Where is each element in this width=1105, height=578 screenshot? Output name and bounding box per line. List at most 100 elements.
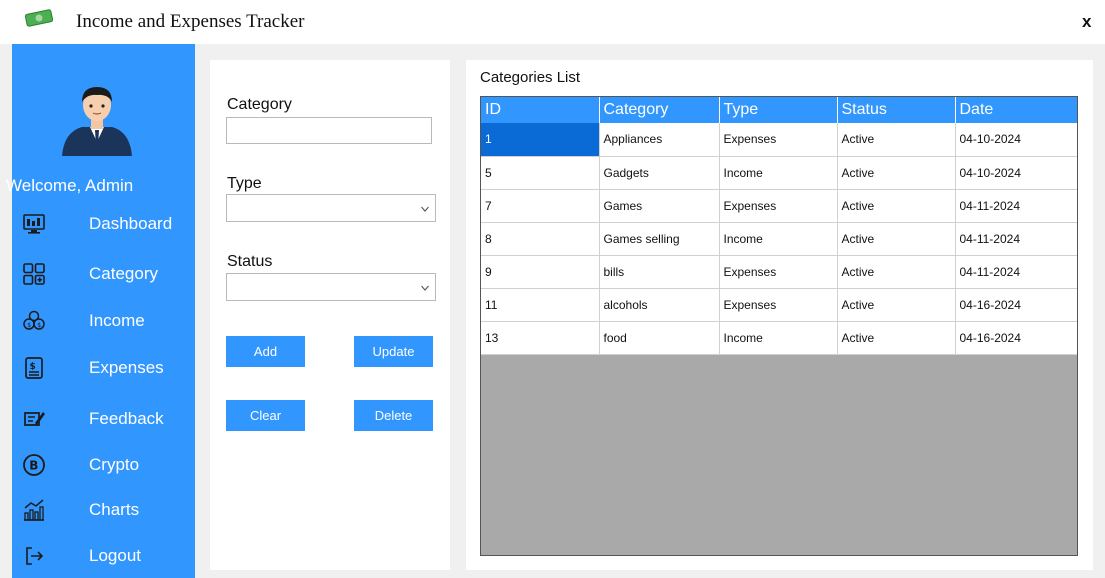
sidebar-item-label: Crypto	[89, 455, 140, 474]
table-cell[interactable]: Income	[719, 156, 838, 190]
svg-text:$: $	[37, 322, 41, 329]
avatar	[62, 87, 132, 156]
categories-panel: Categories List ID Category Type Status …	[466, 60, 1093, 570]
table-cell[interactable]: Games	[599, 189, 720, 223]
sidebar-item-label: Expenses	[89, 358, 164, 377]
table-cell[interactable]: Active	[837, 255, 956, 289]
table-cell[interactable]: Active	[837, 189, 956, 223]
table-cell[interactable]: 13	[481, 321, 600, 355]
table-cell[interactable]: alcohols	[599, 288, 720, 322]
feedback-icon	[24, 412, 45, 426]
table-cell[interactable]: 9	[481, 255, 600, 289]
title-bar: Income and Expenses Tracker x	[0, 0, 1105, 44]
dashboard-icon	[23, 214, 45, 234]
table-cell[interactable]: Appliances	[599, 123, 720, 157]
table-cell[interactable]: Active	[837, 321, 956, 355]
table-cell[interactable]: 1	[481, 123, 600, 157]
window-title: Income and Expenses Tracker	[76, 11, 305, 32]
table-cell[interactable]: 04-16-2024	[955, 288, 1077, 322]
table-cell[interactable]: Active	[837, 123, 956, 157]
table-row[interactable]: 13 food Income Active 04-16-2024	[481, 321, 1077, 355]
money-icon	[24, 9, 54, 27]
sidebar-item-label: Income	[89, 311, 145, 330]
svg-text:$: $	[30, 362, 36, 372]
type-label: Type	[227, 175, 262, 192]
chart-icon	[24, 499, 44, 521]
table-cell[interactable]: 5	[481, 156, 600, 190]
sidebar-item-label: Category	[89, 264, 158, 283]
category-input[interactable]	[226, 117, 432, 144]
table-cell[interactable]: Income	[719, 321, 838, 355]
table-header-row: ID Category Type Status Date	[481, 97, 1077, 123]
table-row[interactable]: 9 bills Expenses Active 04-11-2024	[481, 255, 1077, 289]
table-cell[interactable]: Games selling	[599, 222, 720, 256]
logout-icon	[26, 547, 44, 565]
status-select[interactable]	[226, 273, 436, 301]
table-row[interactable]: 8 Games selling Income Active 04-11-2024	[481, 222, 1077, 256]
table-cell[interactable]: Expenses	[719, 255, 838, 289]
sidebar-item-label: Feedback	[89, 409, 164, 428]
table-cell[interactable]: Active	[837, 288, 956, 322]
category-label: Category	[227, 96, 292, 113]
sidebar-item-income[interactable]: $ $ Income	[12, 301, 195, 341]
table-row[interactable]: 5 Gadgets Income Active 04-10-2024	[481, 156, 1077, 190]
type-select[interactable]	[226, 194, 436, 222]
sidebar-item-label: Dashboard	[89, 214, 173, 233]
table-cell[interactable]: 04-10-2024	[955, 123, 1077, 157]
add-button[interactable]: Add	[226, 336, 305, 367]
delete-button[interactable]: Delete	[354, 400, 433, 431]
table-cell[interactable]: Active	[837, 222, 956, 256]
table-cell[interactable]: 7	[481, 189, 600, 223]
table-row[interactable]: 7 Games Expenses Active 04-11-2024	[481, 189, 1077, 223]
table-cell[interactable]: Active	[837, 156, 956, 190]
table-cell[interactable]: Expenses	[719, 288, 838, 322]
table-cell[interactable]: 04-11-2024	[955, 222, 1077, 256]
column-header-date[interactable]: Date	[955, 97, 1077, 123]
bill-icon: $	[25, 357, 43, 379]
chevron-down-icon	[421, 206, 429, 212]
table-cell[interactable]: 11	[481, 288, 600, 322]
sidebar-item-dashboard[interactable]: Dashboard	[12, 204, 195, 244]
category-grid-icon	[23, 263, 45, 285]
table-cell[interactable]: Gadgets	[599, 156, 720, 190]
coins-icon: $ $	[23, 310, 45, 330]
clear-button[interactable]: Clear	[226, 400, 305, 431]
sidebar-item-label: Charts	[89, 500, 140, 519]
sidebar-item-feedback[interactable]: Feedback	[12, 399, 195, 439]
sidebar-item-label: Logout	[89, 546, 141, 565]
update-button[interactable]: Update	[354, 336, 433, 367]
sidebar-item-category[interactable]: Category	[12, 254, 195, 294]
table-cell[interactable]: bills	[599, 255, 720, 289]
status-label: Status	[227, 253, 273, 270]
close-button[interactable]: x	[1082, 12, 1091, 32]
column-header-id[interactable]: ID	[481, 97, 600, 123]
column-header-type[interactable]: Type	[719, 97, 838, 123]
svg-text:B: B	[29, 459, 38, 473]
table-cell[interactable]: 8	[481, 222, 600, 256]
table-cell[interactable]: 04-11-2024	[955, 255, 1077, 289]
table-cell[interactable]: Income	[719, 222, 838, 256]
chevron-down-icon	[421, 285, 429, 291]
bitcoin-icon: B	[23, 454, 45, 476]
sidebar-item-crypto[interactable]: B Crypto	[12, 445, 195, 485]
categories-table: ID Category Type Status Date 1 Appliance…	[481, 97, 1077, 355]
sidebar-item-charts[interactable]: Charts	[12, 490, 195, 530]
table-cell[interactable]: 04-11-2024	[955, 189, 1077, 223]
categories-grid[interactable]: ID Category Type Status Date 1 Appliance…	[480, 96, 1078, 556]
grid-title: Categories List	[480, 69, 581, 86]
sidebar-item-expenses[interactable]: $ Expenses	[12, 348, 195, 388]
table-cell[interactable]: 04-16-2024	[955, 321, 1077, 355]
sidebar-item-logout[interactable]: Logout	[12, 536, 195, 576]
table-row[interactable]: 1 Appliances Expenses Active 04-10-2024	[481, 123, 1077, 157]
category-form: Category Type Status Add Update Clear De…	[210, 60, 450, 570]
column-header-category[interactable]: Category	[599, 97, 720, 123]
table-row[interactable]: 11 alcohols Expenses Active 04-16-2024	[481, 288, 1077, 322]
table-cell[interactable]: food	[599, 321, 720, 355]
svg-text:$: $	[27, 322, 31, 329]
table-cell[interactable]: Expenses	[719, 123, 838, 157]
table-cell[interactable]: 04-10-2024	[955, 156, 1077, 190]
welcome-text: Welcome, Admin	[6, 176, 134, 195]
column-header-status[interactable]: Status	[837, 97, 956, 123]
table-cell[interactable]: Expenses	[719, 189, 838, 223]
sidebar: Welcome, Admin Dashboard Category $ $ In…	[6, 44, 195, 578]
